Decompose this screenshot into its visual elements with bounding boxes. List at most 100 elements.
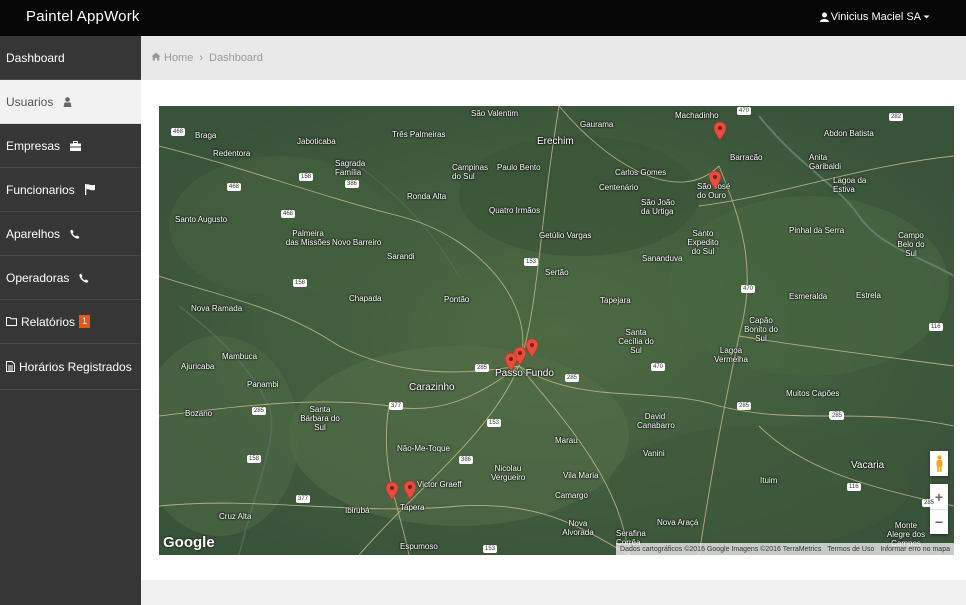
pegman-icon[interactable] (930, 451, 948, 476)
breadcrumb-current: Dashboard (209, 52, 263, 64)
highway-shield: 153 (483, 545, 498, 553)
highway-shield: 377 (389, 402, 404, 410)
map-label: Santa Cecília do Sul (618, 328, 654, 355)
highway-shield: 377 (296, 495, 311, 503)
map-marker-icon[interactable] (404, 481, 416, 499)
map-label: Gaurama (580, 120, 614, 129)
sidebar-item-horarios-registrados[interactable]: Horários Registrados (0, 344, 141, 390)
highway-shield: 386 (345, 180, 360, 188)
map-label: Tapera (400, 503, 425, 512)
app-title[interactable]: Paintel AppWork (26, 8, 140, 25)
map-label: Passo Fundo (495, 368, 554, 379)
highway-shield: 285 (252, 407, 267, 415)
map-label: Campinas do Sul (452, 163, 489, 181)
map-marker-icon[interactable] (714, 122, 726, 140)
user-name: Vinicius Maciel SA (830, 11, 921, 23)
map-label: Muitos Capões (786, 389, 840, 398)
highway-shield: 285 (475, 364, 490, 372)
map-label: Cruz Alta (219, 512, 252, 521)
map-label: Jaboticaba (297, 137, 336, 146)
map-marker-icon[interactable] (505, 353, 517, 371)
map-label: Barracão (730, 153, 763, 162)
sidebar-item-dashboard[interactable]: Dashboard (0, 36, 141, 80)
map-label: Nova Ramada (191, 304, 243, 313)
dashboard-panel: Braga Redentora Jaboticaba Três Palmeira… (141, 80, 966, 580)
map-label: Espumoso (400, 542, 438, 551)
caret-down-icon (923, 14, 930, 20)
map-label: Nova Araçá (657, 518, 699, 527)
map-label: Mambuca (222, 352, 258, 361)
map-label: Nova Alvorada (562, 519, 594, 537)
map-label: Sagrada Família (335, 159, 366, 177)
notification-badge: 1 (79, 315, 91, 328)
map-label: Carlos Gomes (615, 168, 667, 177)
highway-shield: 285 (830, 412, 845, 420)
highway-shield: 282 (889, 113, 904, 121)
zoom-out-button[interactable]: − (930, 509, 948, 534)
map-label: Ajuricaba (181, 362, 215, 371)
map-label: Sarandi (387, 252, 415, 261)
map-label: Victor Graeff (417, 480, 462, 489)
map-label: Ibirubá (345, 506, 370, 515)
map-label: Sananduva (642, 254, 683, 263)
google-logo: Google (163, 534, 215, 551)
sidebar-item-empresas[interactable]: Empresas (0, 124, 141, 168)
map-label: Braga (195, 131, 217, 140)
user-menu[interactable]: Vinicius Maciel SA (819, 11, 930, 23)
map-label: Quatro Irmãos (489, 206, 541, 215)
map-label: Palmeira das Missões (285, 229, 331, 247)
sidebar-item-relatorios[interactable]: Relatórios 1 (0, 300, 141, 344)
sidebar-item-operadoras[interactable]: Operadoras (0, 256, 141, 300)
map-attribution-text: Dados cartográficos ©2016 Google Imagens… (620, 545, 822, 553)
sidebar-item-label: Aparelhos (6, 226, 61, 241)
home-icon (151, 52, 161, 64)
map-label: Bozano (185, 409, 213, 418)
sidebar-item-usuarios[interactable]: Usuarios (0, 80, 141, 124)
breadcrumb-home[interactable]: Home (164, 52, 193, 64)
map-label: Marau (555, 436, 578, 445)
map-label: Pontão (444, 295, 470, 304)
sidebar-item-funcionarios[interactable]: Funcionarios (0, 168, 141, 212)
breadcrumb-separator: › (199, 52, 204, 64)
phone-icon (79, 273, 89, 283)
briefcase-icon (70, 140, 82, 151)
map-attribution: Dados cartográficos ©2016 Google Imagens… (616, 543, 954, 555)
file-icon (6, 361, 15, 372)
phone-icon (70, 229, 80, 239)
sidebar-item-aparelhos[interactable]: Aparelhos (0, 212, 141, 256)
sidebar-item-label: Relatórios (21, 314, 76, 329)
highway-shield: 285 (922, 499, 937, 507)
map-label: Nicolau Vergueiro (491, 464, 526, 482)
highway-shield: 285 (737, 402, 752, 410)
map-label: Erechim (537, 136, 574, 147)
map-label: Não-Me-Toque (397, 444, 450, 453)
highway-shield: 158 (293, 279, 308, 287)
highway-shield: 386 (459, 456, 474, 464)
map-label: Santo Expedito do Sul (687, 229, 719, 256)
highway-shield: 470 (651, 363, 666, 371)
map-marker-icon[interactable] (709, 171, 721, 189)
map-label: Paulo Bento (497, 163, 541, 172)
zoom-control: + − (930, 484, 948, 534)
highway-shield: 468 (281, 210, 296, 218)
map-marker-icon[interactable] (386, 482, 398, 500)
map-label: São João da Urtiga (641, 198, 675, 216)
map-label: São Valentim (471, 109, 518, 118)
person-icon (63, 96, 72, 107)
terms-link[interactable]: Termos de Uso (827, 546, 874, 553)
map-view[interactable]: Braga Redentora Jaboticaba Três Palmeira… (159, 106, 954, 555)
map-marker-icon[interactable] (526, 339, 538, 357)
map-label: Vanini (643, 449, 665, 458)
highway-shield: 470 (737, 107, 752, 115)
map-label: Machadinho (675, 111, 719, 120)
map-label: Tapejara (600, 296, 631, 305)
highway-shield: 116 (847, 483, 861, 491)
report-error-link[interactable]: Informar erro no mapa (880, 546, 950, 553)
map-label: Capão Bonito do Sul (744, 316, 778, 343)
map-label: Pinhal da Serra (789, 226, 845, 235)
map-label: Centenário (599, 183, 639, 192)
sidebar-item-label: Funcionarios (6, 182, 75, 197)
highway-shield: 153 (524, 258, 539, 266)
map-label: Estrela (856, 291, 881, 300)
map-label: Ronda Alta (407, 192, 447, 201)
